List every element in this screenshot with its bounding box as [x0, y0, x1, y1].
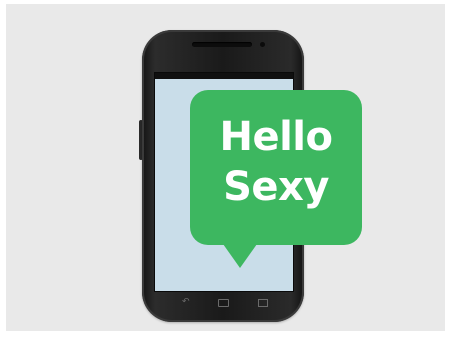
phone-nav-bar: ↶ [154, 292, 292, 314]
front-camera-icon [260, 42, 265, 47]
speech-bubble-text: Hello Sexy [190, 112, 362, 212]
recent-apps-icon [258, 299, 268, 307]
bubble-line-1: Hello [219, 114, 333, 160]
speech-bubble: Hello Sexy [190, 90, 362, 245]
bubble-line-2: Sexy [223, 164, 329, 210]
earpiece-speaker [192, 42, 252, 47]
speech-bubble-tail [223, 244, 257, 268]
back-icon: ↶ [182, 297, 190, 307]
home-icon [218, 299, 229, 307]
status-bar [155, 73, 293, 79]
